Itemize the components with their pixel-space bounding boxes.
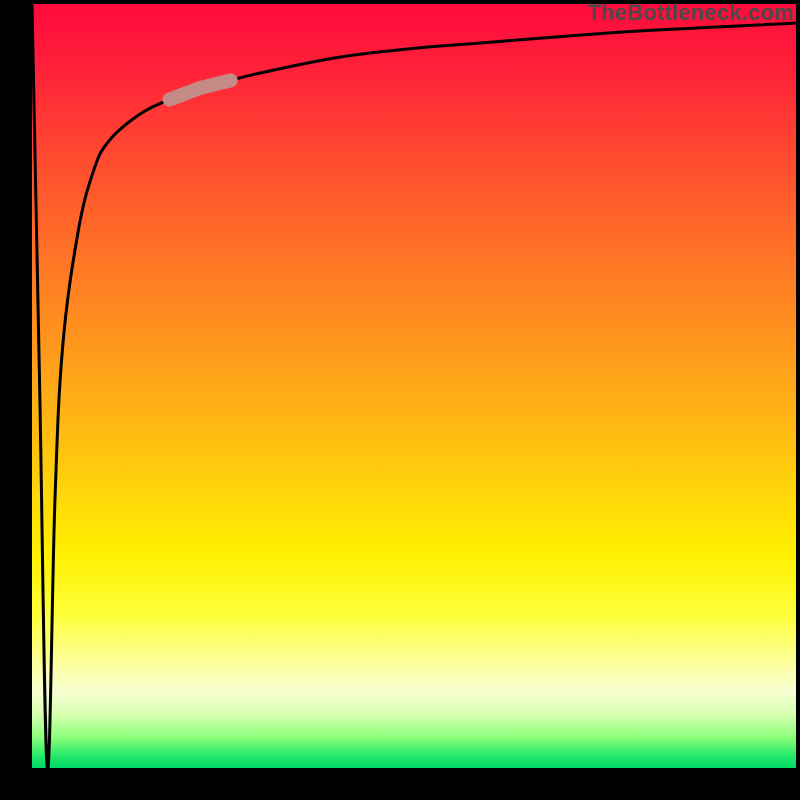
- chart-stage: TheBottleneck.com: [0, 0, 800, 800]
- watermark-text: TheBottleneck.com: [588, 0, 794, 26]
- plot-area: [32, 4, 796, 768]
